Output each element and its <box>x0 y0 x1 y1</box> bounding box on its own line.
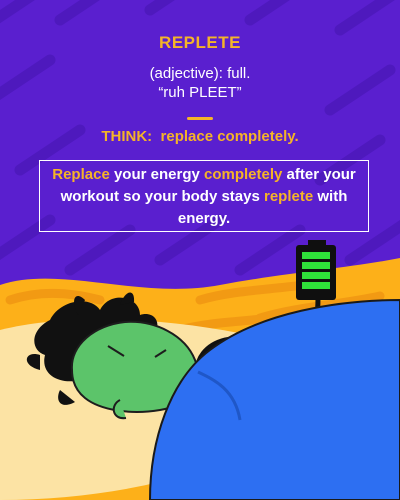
sleeping-person-illustration <box>0 258 400 500</box>
battery-icon <box>296 240 336 300</box>
vocabulary-card: REPLETE (adjective): full. “ruh PLEET” T… <box>0 0 400 500</box>
